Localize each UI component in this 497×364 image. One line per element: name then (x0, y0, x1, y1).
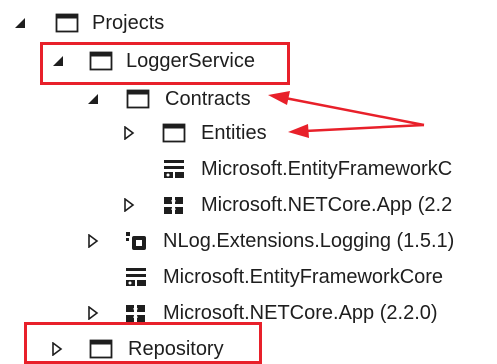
arrow-to-entities (288, 123, 425, 138)
solution-explorer-tree: Projects LoggerService Contracts Entitie… (0, 0, 497, 364)
arrow-to-contracts (268, 91, 425, 127)
annotation-arrows (268, 91, 425, 138)
